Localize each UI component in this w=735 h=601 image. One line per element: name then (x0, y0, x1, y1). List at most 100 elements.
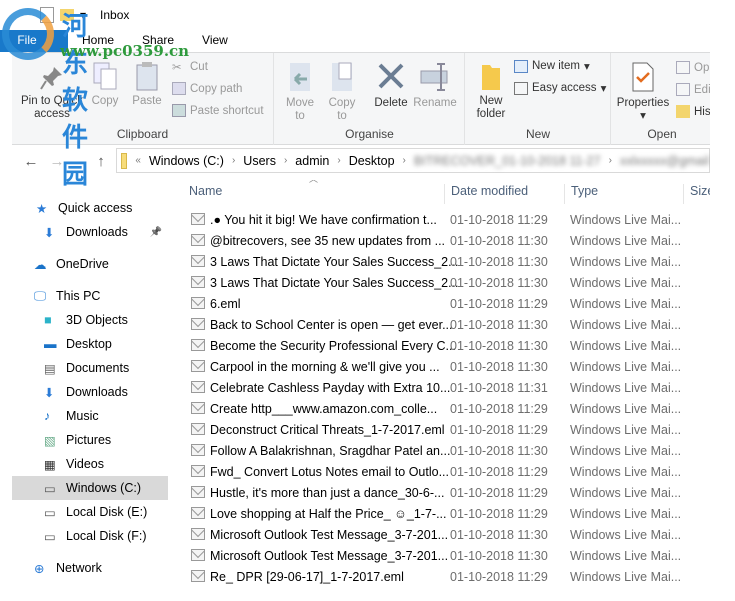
chevron-right-icon[interactable]: › (403, 155, 406, 166)
open-button[interactable]: Op (676, 61, 709, 74)
rename-button[interactable]: Rename (413, 61, 457, 110)
forward-arrow-icon[interactable]: → (46, 153, 68, 170)
sidebar-item-label: Desktop (66, 337, 112, 351)
breadcrumb-windows-c[interactable]: Windows (C:) (149, 154, 224, 168)
breadcrumb-bitrecover[interactable]: BITRECOVER_01-10-2018 11-27 (414, 154, 601, 168)
column-header-date-modified[interactable]: Date modified (444, 184, 564, 204)
file-row[interactable]: Love shopping at Half the Price_ ☺_1-7-.… (183, 504, 710, 525)
file-type: Windows Live Mai... (570, 444, 682, 458)
file-row[interactable]: Re_ DPR [29-06-17]_1-7-2017.eml 01-10-201… (183, 567, 710, 588)
new-item-button[interactable]: New item ▾ (514, 59, 590, 73)
pin-to-quick-access-button[interactable]: Pin to Quick access (16, 65, 88, 121)
edit-icon (676, 83, 690, 96)
rename-icon (420, 63, 448, 91)
email-file-icon (191, 213, 205, 225)
easy-access-button[interactable]: Easy access ▾ (514, 81, 606, 95)
sidebar-item-downloads[interactable]: ⬇ Downloads (0, 380, 168, 404)
column-header-type[interactable]: Type (564, 184, 683, 204)
file-name: Re_ DPR [29-06-17]_1-7-2017.eml (210, 570, 404, 584)
file-row[interactable]: Become the Security Professional Every C… (183, 336, 710, 357)
chevron-right-icon[interactable]: › (337, 155, 340, 166)
sidebar-item-downloads[interactable]: ⬇ Downloads 📌 (0, 220, 168, 244)
file-type: Windows Live Mai... (570, 213, 682, 227)
file-row[interactable]: 3 Laws That Dictate Your Sales Success_2… (183, 273, 710, 294)
file-type: Windows Live Mai... (570, 255, 682, 269)
sidebar-item-desktop[interactable]: ▬ Desktop (0, 332, 168, 356)
file-row[interactable]: Carpool in the morning & we'll give you … (183, 357, 710, 378)
dropdown-arrow-icon: ▾ (600, 83, 607, 95)
file-row[interactable]: Back to School Center is open — get ever… (183, 315, 710, 336)
copy-button[interactable]: Copy (88, 61, 122, 108)
back-arrow-icon[interactable]: ← (20, 153, 42, 170)
file-name: Microsoft Outlook Test Message_3-7-201..… (210, 549, 449, 563)
tab-home[interactable]: Home (68, 30, 128, 52)
history-button[interactable]: His (676, 105, 710, 118)
sidebar-item-local-disk-e[interactable]: ▭ Local Disk (E:) (0, 500, 168, 524)
file-row[interactable]: Deconstruct Critical Threats_1-7-2017.em… (183, 420, 710, 441)
sidebar-item-videos[interactable]: ▦ Videos (0, 452, 168, 476)
new-folder-button[interactable]: New folder (474, 63, 508, 121)
tab-view[interactable]: View (188, 30, 242, 52)
file-type: Windows Live Mai... (570, 528, 682, 542)
download-icon: ⬇ (44, 386, 55, 400)
file-type: Windows Live Mai... (570, 549, 682, 563)
file-type: Windows Live Mai... (570, 276, 682, 290)
breadcrumb-admin[interactable]: admin (295, 154, 329, 168)
sidebar-item-3d-objects[interactable]: ■ 3D Objects (0, 308, 168, 332)
sidebar-item-windows-c[interactable]: ▭ Windows (C:) (12, 476, 168, 500)
sidebar-item-this-pc[interactable]: 🖵 This PC (0, 284, 168, 308)
file-row[interactable]: Create http___www.amazon.com_colle... 01-… (183, 399, 710, 420)
email-file-icon (191, 570, 205, 582)
address-bar[interactable]: « Windows (C:) › Users › admin › Desktop › B… (116, 148, 710, 173)
file-row[interactable]: Follow A Balakrishnan, Sragdhar Patel an… (183, 441, 710, 462)
edit-button[interactable]: Edi (676, 83, 710, 96)
file-name: Microsoft Outlook Test Message_3-7-201..… (210, 528, 449, 542)
chevron-right-icon[interactable]: › (284, 155, 287, 166)
paste-button[interactable]: Paste (130, 61, 164, 108)
sidebar-item-network[interactable]: ⊕ Network (0, 556, 168, 580)
copy-path-button[interactable]: Copy path (172, 82, 242, 95)
sidebar-item-pictures[interactable]: ▧ Pictures (0, 428, 168, 452)
move-to-button[interactable]: Move to (283, 61, 317, 123)
chevron-right-icon[interactable]: › (232, 155, 235, 166)
breadcrumb-desktop[interactable]: Desktop (349, 154, 395, 168)
chevron-right-icon[interactable]: › (609, 155, 612, 166)
file-row[interactable]: Hustle, it's more than just a dance_30-6… (183, 483, 710, 504)
new-folder-quick-icon[interactable] (60, 9, 74, 21)
file-row[interactable]: Microsoft Outlook Test Message_3-7-201..… (183, 525, 710, 546)
breadcrumb-mailbox[interactable]: xxlxxxxx@gmail (620, 154, 709, 168)
computer-icon: 🖵 (34, 289, 47, 303)
delete-button[interactable]: Delete (373, 61, 409, 110)
file-row[interactable]: @bitrecovers, see 35 new updates from ..… (183, 231, 710, 252)
overflow-chevron-icon[interactable]: « (135, 155, 141, 166)
file-row[interactable]: 6.eml 01-10-2018 11:29 Windows Live Mai... (183, 294, 710, 315)
sidebar-item-quick-access[interactable]: ★ Quick access (0, 196, 168, 220)
column-header-name[interactable]: Name (183, 184, 444, 204)
cut-button[interactable]: ✂ Cut (172, 60, 208, 75)
customize-toolbar-icon[interactable]: ▾ (80, 8, 86, 22)
file-row[interactable]: 3 Laws That Dictate Your Sales Success_2… (183, 252, 710, 273)
recent-locations-chevron-icon[interactable]: ⌄ (68, 156, 90, 167)
file-row[interactable]: Celebrate Cashless Payday with Extra 10.… (183, 378, 710, 399)
up-arrow-icon[interactable]: ↑ (90, 153, 112, 170)
file-row[interactable]: Microsoft Outlook Test Message_3-7-201..… (183, 546, 710, 567)
pin-icon[interactable]: 📌 (150, 227, 162, 238)
sidebar-item-label: Documents (66, 361, 130, 375)
sidebar-item-onedrive[interactable]: ☁ OneDrive (0, 252, 168, 276)
tab-file[interactable]: File (0, 30, 68, 52)
properties-button[interactable]: Properties ▾ (616, 61, 670, 123)
file-row[interactable]: Fwd_ Convert Lotus Notes email to Outlo.… (183, 462, 710, 483)
column-header-size[interactable]: Size (683, 184, 710, 204)
file-row[interactable]: .● You hit it big! We have confirmation … (183, 210, 710, 231)
copy-to-button[interactable]: Copy to (325, 61, 359, 123)
sidebar-item-local-disk-f[interactable]: ▭ Local Disk (F:) (0, 524, 168, 548)
desktop-icon: ▬ (44, 337, 57, 351)
paste-shortcut-button[interactable]: Paste shortcut (172, 104, 264, 117)
breadcrumb-users[interactable]: Users (243, 154, 276, 168)
tab-share[interactable]: Share (128, 30, 188, 52)
sidebar-item-documents[interactable]: ▤ Documents (0, 356, 168, 380)
properties-quick-icon[interactable] (40, 7, 54, 23)
file-date: 01-10-2018 11:29 (450, 465, 548, 479)
email-file-icon (191, 297, 205, 309)
sidebar-item-music[interactable]: ♪ Music (0, 404, 168, 428)
